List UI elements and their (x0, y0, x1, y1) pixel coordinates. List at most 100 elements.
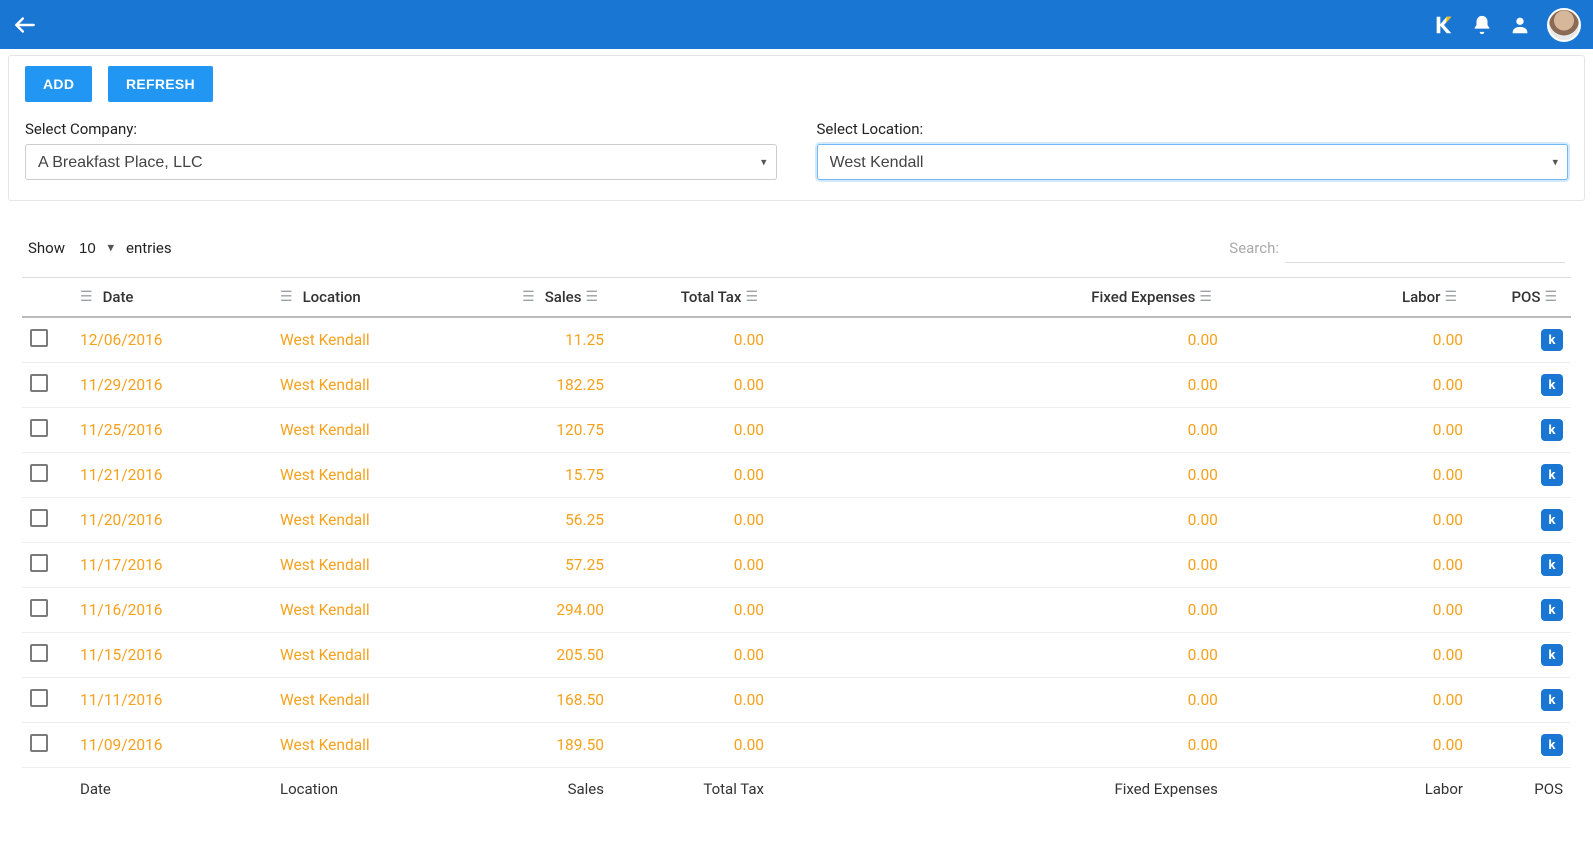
cell-fixed-expenses[interactable]: 0.00 (772, 498, 1226, 543)
cell-sales[interactable]: 15.75 (432, 453, 612, 498)
cell-total-tax[interactable]: 0.00 (612, 543, 772, 588)
cell-location[interactable]: West Kendall (272, 588, 432, 633)
pos-badge-icon[interactable]: k (1541, 509, 1563, 531)
cell-fixed-expenses[interactable]: 0.00 (772, 723, 1226, 768)
cell-sales[interactable]: 205.50 (432, 633, 612, 678)
cell-location[interactable]: West Kendall (272, 317, 432, 363)
cell-fixed-expenses[interactable]: 0.00 (772, 678, 1226, 723)
cell-sales[interactable]: 57.25 (432, 543, 612, 588)
cell-date[interactable]: 11/11/2016 (72, 678, 272, 723)
cell-labor[interactable]: 0.00 (1226, 498, 1471, 543)
cell-total-tax[interactable]: 0.00 (612, 588, 772, 633)
pos-badge-icon[interactable]: k (1541, 689, 1563, 711)
table-row: 11/09/2016West Kendall189.500.000.000.00… (22, 723, 1571, 768)
cell-date[interactable]: 11/09/2016 (72, 723, 272, 768)
cell-date[interactable]: 11/21/2016 (72, 453, 272, 498)
cell-sales[interactable]: 189.50 (432, 723, 612, 768)
cell-fixed-expenses[interactable]: 0.00 (772, 363, 1226, 408)
col-checkbox[interactable] (22, 278, 72, 318)
cell-date[interactable]: 11/16/2016 (72, 588, 272, 633)
pos-badge-icon[interactable]: k (1541, 374, 1563, 396)
cell-total-tax[interactable]: 0.00 (612, 498, 772, 543)
col-date[interactable]: ☰Date (72, 278, 272, 318)
cell-total-tax[interactable]: 0.00 (612, 363, 772, 408)
cell-date[interactable]: 11/20/2016 (72, 498, 272, 543)
cell-labor[interactable]: 0.00 (1226, 723, 1471, 768)
cell-total-tax[interactable]: 0.00 (612, 317, 772, 363)
cell-sales[interactable]: 168.50 (432, 678, 612, 723)
cell-labor[interactable]: 0.00 (1226, 363, 1471, 408)
cell-sales[interactable]: 11.25 (432, 317, 612, 363)
col-fixed-expenses[interactable]: Fixed Expenses☰ (772, 278, 1226, 318)
company-select[interactable]: A Breakfast Place, LLC (25, 144, 777, 180)
pos-badge-icon[interactable]: k (1541, 329, 1563, 351)
cell-date[interactable]: 11/25/2016 (72, 408, 272, 453)
cell-date[interactable]: 11/17/2016 (72, 543, 272, 588)
cell-labor[interactable]: 0.00 (1226, 453, 1471, 498)
cell-total-tax[interactable]: 0.00 (612, 408, 772, 453)
cell-location[interactable]: West Kendall (272, 723, 432, 768)
cell-fixed-expenses[interactable]: 0.00 (772, 317, 1226, 363)
row-checkbox[interactable] (30, 689, 48, 707)
cell-labor[interactable]: 0.00 (1226, 588, 1471, 633)
cell-labor[interactable]: 0.00 (1226, 678, 1471, 723)
row-checkbox[interactable] (30, 599, 48, 617)
cell-location[interactable]: West Kendall (272, 543, 432, 588)
cell-total-tax[interactable]: 0.00 (612, 633, 772, 678)
location-select[interactable]: West Kendall (817, 144, 1569, 180)
cell-total-tax[interactable]: 0.00 (612, 723, 772, 768)
cell-total-tax[interactable]: 0.00 (612, 678, 772, 723)
col-location[interactable]: ☰Location (272, 278, 432, 318)
add-button[interactable]: ADD (25, 66, 92, 102)
pos-badge-icon[interactable]: k (1541, 734, 1563, 756)
page-size-select[interactable]: 10 (75, 238, 116, 259)
cell-location[interactable]: West Kendall (272, 363, 432, 408)
cell-labor[interactable]: 0.00 (1226, 543, 1471, 588)
cell-fixed-expenses[interactable]: 0.00 (772, 633, 1226, 678)
cell-fixed-expenses[interactable]: 0.00 (772, 588, 1226, 633)
cell-total-tax[interactable]: 0.00 (612, 453, 772, 498)
col-pos[interactable]: POS☰ (1471, 278, 1571, 318)
pos-badge-icon[interactable]: k (1541, 419, 1563, 441)
col-labor[interactable]: Labor☰ (1226, 278, 1471, 318)
bell-icon[interactable] (1471, 14, 1493, 36)
cell-sales[interactable]: 120.75 (432, 408, 612, 453)
cell-sales[interactable]: 56.25 (432, 498, 612, 543)
cell-labor[interactable]: 0.00 (1226, 408, 1471, 453)
row-checkbox[interactable] (30, 734, 48, 752)
pos-badge-icon[interactable]: k (1541, 464, 1563, 486)
cell-date[interactable]: 11/15/2016 (72, 633, 272, 678)
person-icon[interactable] (1509, 14, 1531, 36)
search-input[interactable] (1285, 233, 1565, 263)
row-checkbox[interactable] (30, 644, 48, 662)
refresh-button[interactable]: REFRESH (108, 66, 213, 102)
cell-fixed-expenses[interactable]: 0.00 (772, 408, 1226, 453)
cell-location[interactable]: West Kendall (272, 453, 432, 498)
cell-location[interactable]: West Kendall (272, 498, 432, 543)
row-checkbox[interactable] (30, 329, 48, 347)
pos-badge-icon[interactable]: k (1541, 644, 1563, 666)
cell-sales[interactable]: 182.25 (432, 363, 612, 408)
cell-location[interactable]: West Kendall (272, 678, 432, 723)
row-checkbox[interactable] (30, 419, 48, 437)
pos-badge-icon[interactable]: k (1541, 554, 1563, 576)
cell-date[interactable]: 11/29/2016 (72, 363, 272, 408)
col-sales[interactable]: ☰Sales☰ (432, 278, 612, 318)
footer-date: Date (72, 768, 272, 811)
cell-location[interactable]: West Kendall (272, 633, 432, 678)
col-total-tax[interactable]: Total Tax☰ (612, 278, 772, 318)
cell-fixed-expenses[interactable]: 0.00 (772, 453, 1226, 498)
row-checkbox[interactable] (30, 374, 48, 392)
cell-fixed-expenses[interactable]: 0.00 (772, 543, 1226, 588)
back-arrow-icon[interactable] (12, 12, 38, 38)
row-checkbox[interactable] (30, 554, 48, 572)
cell-sales[interactable]: 294.00 (432, 588, 612, 633)
row-checkbox[interactable] (30, 509, 48, 527)
avatar[interactable] (1547, 8, 1581, 42)
cell-location[interactable]: West Kendall (272, 408, 432, 453)
cell-date[interactable]: 12/06/2016 (72, 317, 272, 363)
row-checkbox[interactable] (30, 464, 48, 482)
cell-labor[interactable]: 0.00 (1226, 633, 1471, 678)
pos-badge-icon[interactable]: k (1541, 599, 1563, 621)
cell-labor[interactable]: 0.00 (1226, 317, 1471, 363)
